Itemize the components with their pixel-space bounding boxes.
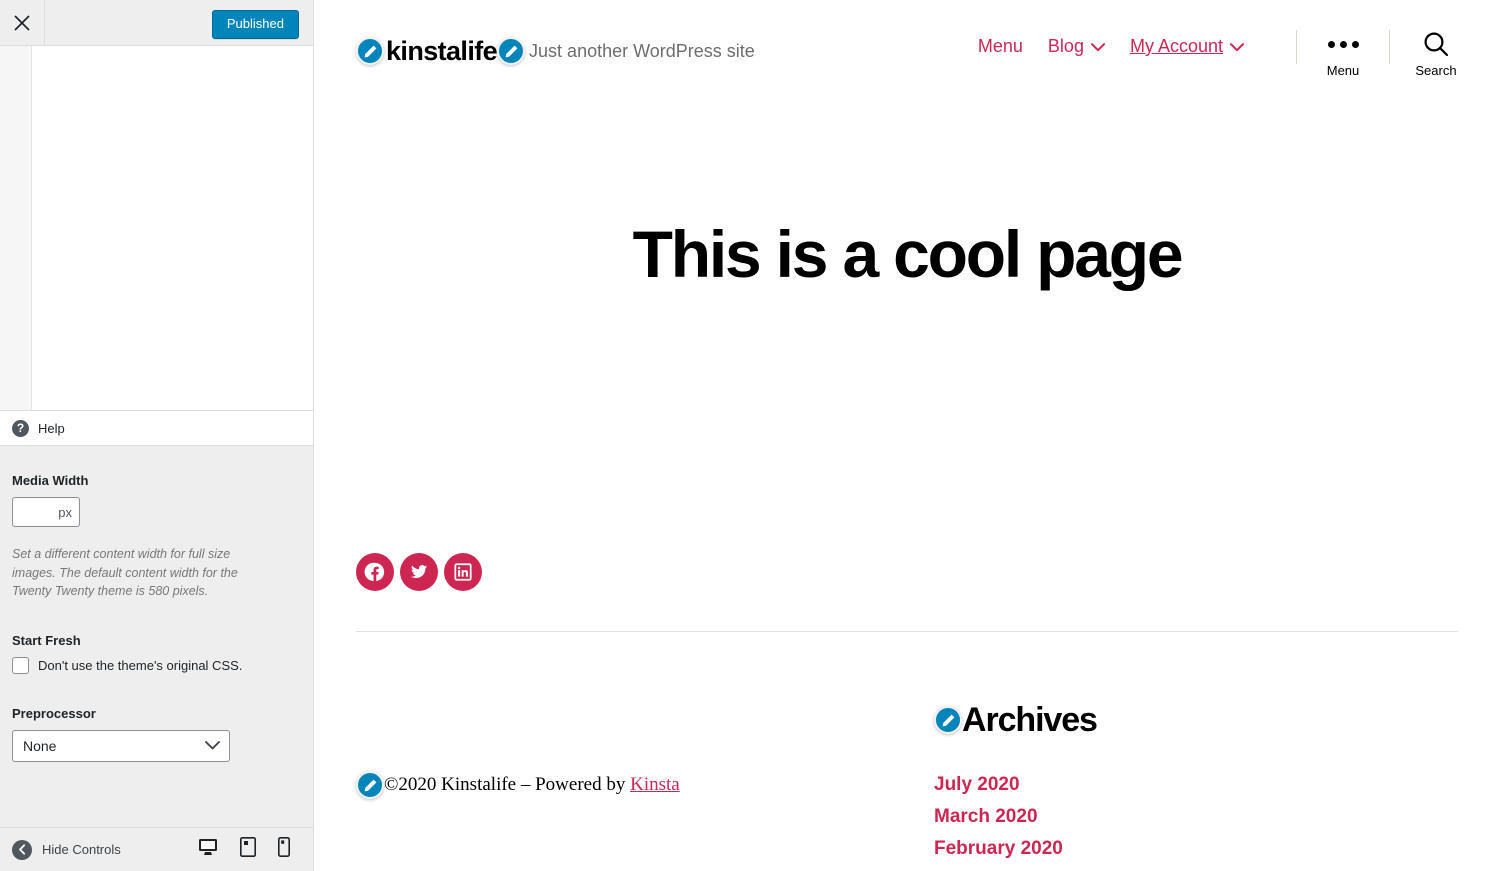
- edit-pencil-icon[interactable]: [356, 771, 384, 799]
- media-width-description: Set a different content width for full s…: [12, 547, 238, 599]
- start-fresh-checkbox-label: Don't use the theme's original CSS.: [38, 657, 243, 673]
- hide-controls-label: Hide Controls: [42, 842, 121, 857]
- site-branding: kinstalife Just another WordPress site: [356, 36, 755, 66]
- list-item: March 2020: [934, 806, 1097, 828]
- close-icon: [13, 14, 31, 32]
- start-fresh-label: Start Fresh: [12, 632, 81, 648]
- nav-item-my-account[interactable]: My Account: [1130, 35, 1244, 57]
- nav-item-blog[interactable]: Blog: [1048, 35, 1105, 57]
- tablet-preview-icon[interactable]: [240, 837, 256, 862]
- preprocessor-select[interactable]: None: [12, 729, 230, 762]
- facebook-icon[interactable]: [356, 553, 394, 591]
- list-item: July 2020: [934, 774, 1097, 796]
- edit-pencil-icon[interactable]: [356, 37, 384, 65]
- archive-link-july-2020[interactable]: July 2020: [934, 774, 1020, 795]
- edit-pencil-icon[interactable]: [934, 706, 962, 734]
- header-navigation: Menu Blog My Account Menu Search: [978, 30, 1458, 78]
- customizer-controls: Media Width px Set a different content w…: [0, 447, 313, 827]
- chevron-down-icon: [205, 737, 220, 755]
- kinsta-link[interactable]: Kinsta: [630, 774, 680, 795]
- site-header: kinstalife Just another WordPress site M…: [314, 0, 1500, 108]
- header-tools: Menu Search: [1272, 30, 1458, 78]
- archives-list: July 2020 March 2020 February 2020: [934, 774, 1097, 860]
- primary-menu: Menu Blog My Account: [978, 35, 1244, 57]
- chevron-down-icon: [1090, 35, 1105, 57]
- customizer-sidebar: Published ? Help Media Width px Set a di…: [0, 0, 314, 871]
- device-preview-switcher: [198, 837, 302, 862]
- edit-pencil-icon[interactable]: [497, 37, 526, 65]
- close-customizer-button[interactable]: [0, 0, 45, 45]
- chevron-left-icon: [12, 839, 32, 860]
- help-label: Help: [38, 420, 65, 436]
- menu-toggle-button[interactable]: Menu: [1321, 30, 1365, 78]
- search-toggle-label: Search: [1415, 63, 1457, 78]
- media-width-label: Media Width: [12, 473, 89, 488]
- preprocessor-section: Preprocessor None: [12, 706, 302, 762]
- hide-controls-button[interactable]: Hide Controls: [12, 839, 121, 860]
- credits-text: ©2020 Kinstalife – Powered by Kinsta: [384, 772, 680, 798]
- site-description: Just another WordPress site: [529, 41, 755, 61]
- footer-credits: ©2020 Kinstalife – Powered by Kinsta: [356, 700, 912, 870]
- list-item: February 2020: [934, 838, 1097, 860]
- css-editor-panel: [0, 46, 313, 410]
- archives-widget: Archives July 2020 March 2020 February 2…: [934, 700, 1098, 870]
- nav-item-my-account-label: My Account: [1129, 36, 1223, 56]
- nav-item-menu[interactable]: Menu: [978, 35, 1023, 57]
- archive-link-march-2020[interactable]: March 2020: [934, 806, 1038, 827]
- archives-widget-header: Archives: [934, 700, 1098, 740]
- customizer-footer: Hide Controls: [0, 827, 313, 871]
- three-dots-icon: [1327, 30, 1359, 58]
- search-toggle-button[interactable]: Search: [1414, 30, 1458, 78]
- site-preview: kinstalife Just another WordPress site M…: [314, 0, 1500, 871]
- mobile-preview-icon[interactable]: [278, 837, 290, 862]
- twitter-icon[interactable]: [400, 553, 438, 591]
- linkedin-icon[interactable]: [444, 553, 482, 591]
- preprocessor-label: Preprocessor: [12, 705, 96, 721]
- archive-link-february-2020[interactable]: February 2020: [934, 838, 1063, 859]
- social-links: [356, 553, 482, 591]
- search-icon: [1422, 30, 1450, 58]
- tools-divider: [1296, 30, 1297, 64]
- nav-item-blog-label: Blog: [1047, 36, 1084, 56]
- site-title[interactable]: kinstalife: [386, 36, 498, 66]
- page-title: This is a cool page: [632, 217, 1184, 291]
- content-divider: [356, 631, 1458, 632]
- menu-toggle-label: Menu: [1326, 63, 1360, 78]
- chevron-down-icon: [1230, 35, 1244, 57]
- editor-gutter: [0, 46, 32, 410]
- start-fresh-checkbox[interactable]: [12, 656, 29, 674]
- start-fresh-section: Start Fresh Don't use the theme's origin…: [12, 633, 302, 674]
- media-width-field[interactable]: px: [12, 497, 80, 527]
- publish-button[interactable]: Published: [211, 10, 299, 39]
- customizer-screen: Published ? Help Media Width px Set a di…: [0, 0, 1500, 871]
- preprocessor-selected-value: None: [23, 737, 57, 754]
- archives-widget-title: Archives: [962, 701, 1098, 739]
- additional-css-editor[interactable]: [32, 46, 313, 410]
- media-width-input[interactable]: [13, 498, 79, 526]
- desktop-preview-icon[interactable]: [198, 838, 218, 861]
- tools-divider: [1389, 30, 1390, 64]
- site-footer: ©2020 Kinstalife – Powered by Kinsta Arc…: [314, 700, 1500, 870]
- help-toggle[interactable]: ? Help: [0, 410, 313, 446]
- start-fresh-row[interactable]: Don't use the theme's original CSS.: [12, 656, 302, 674]
- nav-item-menu-label: Menu: [977, 36, 1023, 56]
- credits-prefix: ©2020 Kinstalife – Powered by: [384, 774, 631, 795]
- customizer-topbar: Published: [0, 0, 313, 46]
- question-mark-icon: ?: [12, 419, 29, 437]
